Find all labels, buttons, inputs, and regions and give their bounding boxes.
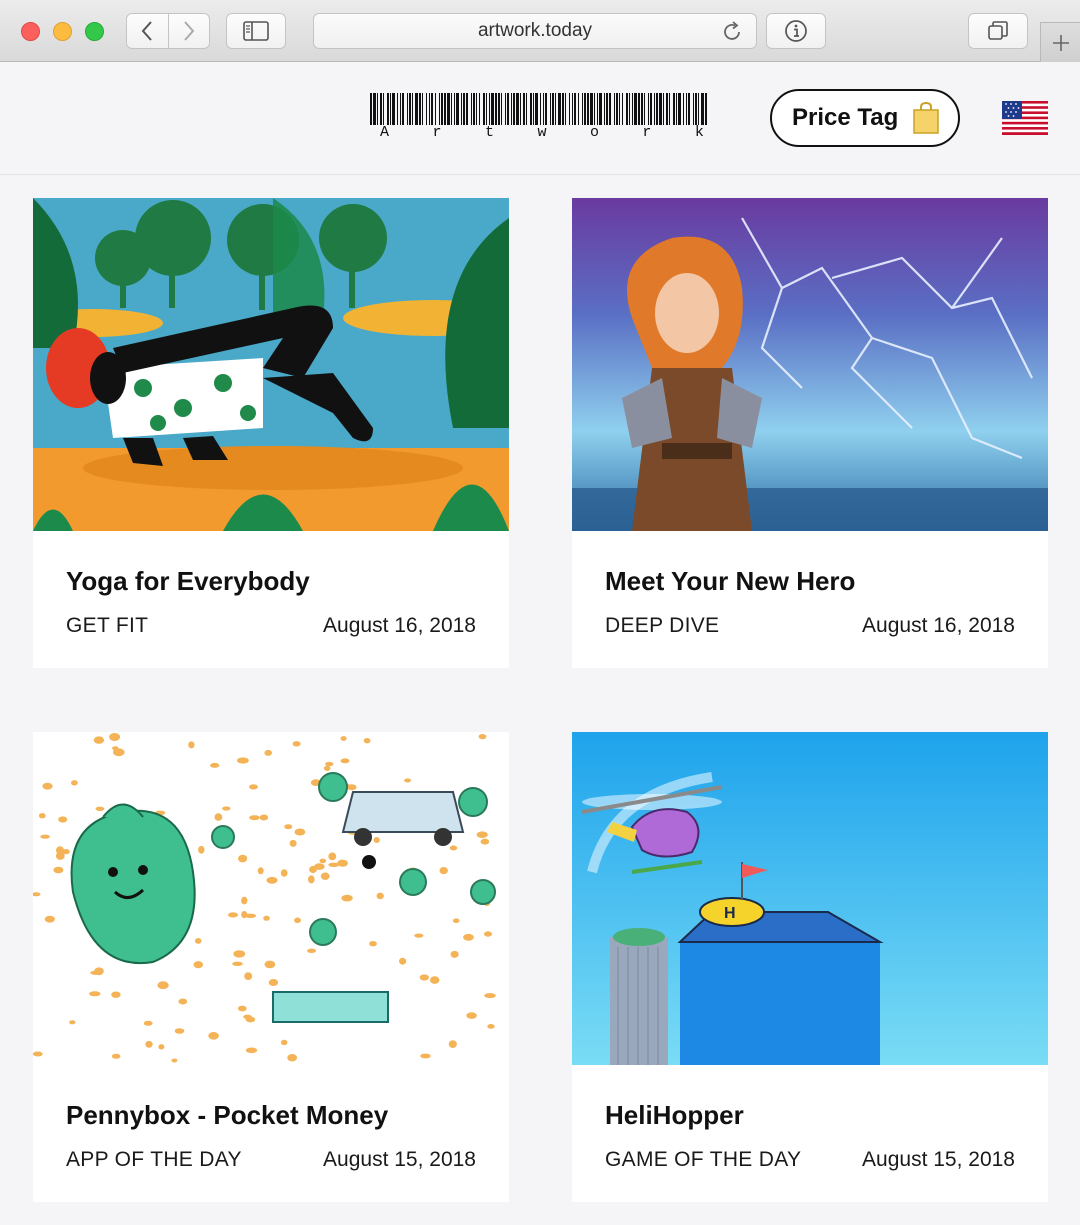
hero-illustration: [572, 198, 1048, 531]
yoga-illustration: [33, 198, 509, 531]
card-artwork: H: [572, 732, 1048, 1065]
card-category: DEEP DIVE: [605, 614, 720, 637]
zoom-window-button[interactable]: [85, 22, 104, 41]
card-category: GAME OF THE DAY: [605, 1148, 802, 1171]
barcode-icon: [370, 93, 707, 125]
card-date: August 15, 2018: [323, 1148, 476, 1171]
chevron-left-icon: [141, 21, 152, 41]
logo-letter: A: [380, 124, 390, 141]
close-window-button[interactable]: [21, 22, 40, 41]
reload-icon[interactable]: [720, 20, 744, 44]
card-date: August 16, 2018: [323, 614, 476, 637]
tab-overview-button[interactable]: [968, 13, 1028, 49]
tabs-icon: [988, 21, 1008, 40]
card-category: APP OF THE DAY: [66, 1148, 242, 1171]
price-tag-button[interactable]: Price Tag: [770, 89, 960, 147]
logo-letters: A r t w o r k: [368, 125, 712, 141]
pennybox-illustration: [33, 732, 509, 1065]
forward-button[interactable]: [167, 14, 210, 48]
helihopper-illustration: H: [572, 732, 1048, 1065]
app-card[interactable]: Yoga for Everybody GET FIT August 16, 20…: [33, 198, 509, 668]
logo-letter: r: [432, 124, 442, 141]
card-title: Meet Your New Hero: [605, 566, 856, 596]
sidebar-toggle-button[interactable]: [226, 13, 286, 49]
logo-letter: o: [589, 124, 599, 141]
card-title: Pennybox - Pocket Money: [66, 1100, 389, 1130]
artwork-barcode-logo[interactable]: A r t w o r k: [368, 93, 712, 143]
back-button[interactable]: [127, 14, 168, 48]
address-bar[interactable]: artwork.today: [313, 13, 757, 49]
chevron-right-icon: [184, 21, 195, 41]
card-artwork: [33, 732, 509, 1065]
browser-toolbar: artwork.today: [0, 0, 1080, 62]
card-date: August 16, 2018: [862, 614, 1015, 637]
card-category: GET FIT: [66, 614, 149, 637]
shopping-bag-icon: [913, 101, 940, 134]
app-card[interactable]: Pennybox - Pocket Money APP OF THE DAY A…: [33, 732, 509, 1202]
navigation-buttons: [126, 13, 210, 49]
card-date: August 15, 2018: [862, 1148, 1015, 1171]
plus-icon: [1052, 34, 1069, 51]
card-artwork: [572, 198, 1048, 531]
price-tag-label: Price Tag: [792, 104, 899, 131]
new-tab-button[interactable]: [1040, 22, 1080, 62]
svg-text:H: H: [724, 905, 736, 922]
page-info-button[interactable]: [766, 13, 826, 49]
minimize-window-button[interactable]: [53, 22, 72, 41]
logo-letter: t: [484, 124, 494, 141]
card-artwork: [33, 198, 509, 531]
info-icon: [785, 20, 807, 42]
url-text: artwork.today: [477, 20, 593, 41]
logo-letter: r: [642, 124, 652, 141]
card-title: Yoga for Everybody: [66, 566, 310, 596]
logo-letter: w: [537, 124, 547, 141]
logo-letter: k: [694, 124, 704, 141]
card-title: HeliHopper: [605, 1100, 744, 1130]
sidebar-icon: [243, 21, 269, 41]
site-header: A r t w o r k Price Tag: [0, 63, 1080, 175]
us-flag-icon[interactable]: [1002, 101, 1048, 135]
app-card[interactable]: Meet Your New Hero DEEP DIVE August 16, …: [572, 198, 1048, 668]
app-card[interactable]: H HeliHopper GAME OF THE DAY August 15, …: [572, 732, 1048, 1202]
